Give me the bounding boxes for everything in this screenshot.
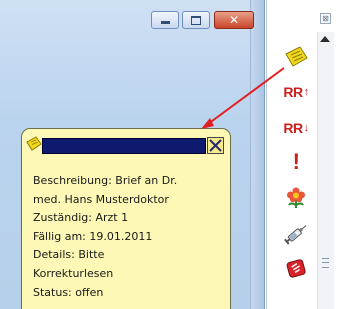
minimize-button[interactable] bbox=[151, 11, 179, 29]
scroll-up-arrow-icon[interactable] bbox=[320, 36, 330, 42]
scroll-grip-icon[interactable] bbox=[322, 258, 329, 268]
rr-down-label: RR bbox=[283, 120, 303, 136]
flower-icon bbox=[287, 187, 305, 208]
note-description-cont: med. Hans Musterdoktor bbox=[33, 192, 169, 206]
task-sticky-note[interactable]: Beschreibung: Brief an Dr. med. Hans Mus… bbox=[21, 128, 231, 309]
down-arrow-icon: ↓ bbox=[303, 122, 310, 134]
rr-down-icon: RR ↓ bbox=[283, 120, 310, 136]
sticky-note-icon bbox=[285, 46, 308, 67]
sticky-note-small-icon bbox=[26, 136, 42, 151]
flower-tool[interactable] bbox=[281, 186, 311, 210]
note-title-bar[interactable] bbox=[42, 138, 206, 154]
rr-up-tool[interactable]: RR ↑ bbox=[281, 80, 311, 104]
close-icon: ✕ bbox=[228, 13, 240, 27]
note-details-cont: Korrekturlesen bbox=[33, 266, 114, 280]
minimize-icon bbox=[160, 21, 170, 24]
exclamation-icon: ! bbox=[292, 149, 300, 174]
up-arrow-icon: ↑ bbox=[303, 86, 310, 98]
rr-up-label: RR bbox=[283, 84, 303, 100]
rr-down-tool[interactable]: RR ↓ bbox=[281, 116, 311, 140]
exclamation-tool[interactable]: ! bbox=[281, 149, 311, 174]
note-assignee: Zuständig: Arzt 1 bbox=[33, 211, 129, 225]
stamp-tool[interactable] bbox=[281, 256, 311, 280]
rr-up-icon: RR ↑ bbox=[283, 84, 310, 100]
maximize-button[interactable] bbox=[182, 11, 210, 29]
sticky-note-tool[interactable] bbox=[281, 45, 311, 69]
tool-panel: ⊠ RR ↑ RR ↓ ! bbox=[266, 0, 342, 309]
close-button[interactable]: ✕ bbox=[214, 11, 254, 29]
panel-close-button[interactable]: ⊠ bbox=[320, 13, 331, 24]
note-details: Details: Bitte bbox=[33, 248, 105, 262]
red-stamp-icon bbox=[286, 259, 306, 278]
syringe-icon bbox=[284, 225, 307, 245]
note-close-button[interactable] bbox=[207, 137, 224, 154]
syringe-tool[interactable] bbox=[281, 222, 311, 246]
panel-scrollbar[interactable] bbox=[317, 32, 334, 309]
note-status: Status: offen bbox=[33, 285, 104, 299]
note-due-date: Fällig am: 19.01.2011 bbox=[33, 229, 153, 243]
note-body: Beschreibung: Brief an Dr. med. Hans Mus… bbox=[33, 172, 223, 302]
window-frame-edge bbox=[250, 0, 264, 309]
note-description: Beschreibung: Brief an Dr. bbox=[33, 174, 178, 187]
panel-close-icon: ⊠ bbox=[322, 14, 329, 23]
maximize-icon bbox=[191, 15, 201, 25]
